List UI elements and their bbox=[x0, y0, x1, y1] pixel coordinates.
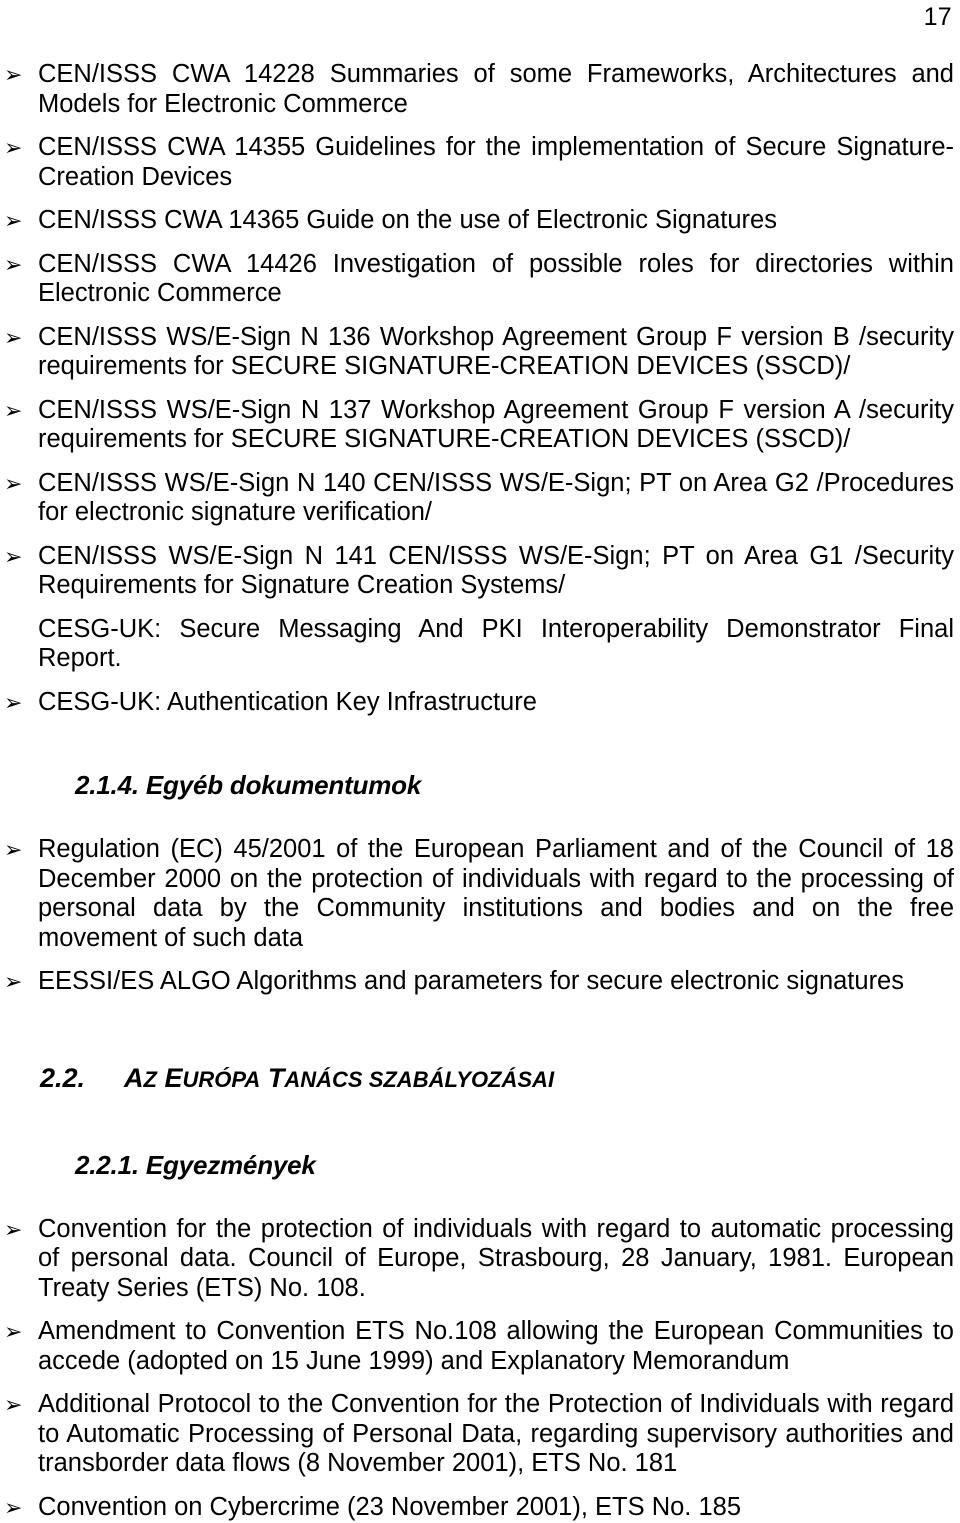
list-item: ➢ CEN/ISSS WS/E-Sign N 136 Workshop Agre… bbox=[0, 323, 958, 382]
heading-2-2-number: 2.2. bbox=[40, 1061, 124, 1095]
list-item: ➢ CEN/ISSS CWA 14426 Investigation of po… bbox=[0, 250, 958, 309]
heading-sc-small: Z bbox=[144, 1067, 157, 1092]
document-page: 17 ➢ CEN/ISSS CWA 14228 Summaries of som… bbox=[0, 0, 960, 1507]
list-item: ➢ CEN/ISSS CWA 14365 Guide on the use of… bbox=[0, 206, 958, 236]
spacer bbox=[0, 717, 958, 769]
heading-sc-small: URÓPA bbox=[182, 1067, 260, 1092]
spacer bbox=[0, 1181, 958, 1215]
heading-sc-space bbox=[260, 1063, 268, 1093]
spacer bbox=[0, 997, 958, 1049]
heading-2-2: 2.2.AZ EURÓPA TANÁCS SZABÁLYOZÁSAI bbox=[0, 1061, 958, 1097]
list-item-text: CEN/ISSS WS/E-Sign N 137 Workshop Agreem… bbox=[38, 396, 954, 454]
list-item: ➢ CEN/ISSS WS/E-Sign N 141 CEN/ISSS WS/E… bbox=[0, 542, 958, 601]
list-item-text: Regulation (EC) 45/2001 of the European … bbox=[38, 835, 954, 952]
spacer bbox=[0, 801, 958, 835]
list-item-text: Additional Protocol to the Convention fo… bbox=[38, 1390, 954, 1477]
spacer bbox=[0, 1049, 958, 1061]
list-item-text: EESSI/ES ALGO Algorithms and parameters … bbox=[38, 967, 904, 995]
list-item: ➢ Regulation (EC) 45/2001 of the Europea… bbox=[0, 835, 958, 953]
heading-sc-small: ANÁCS bbox=[284, 1067, 362, 1092]
spacer bbox=[0, 1097, 958, 1149]
list-item: ➢ CESG-UK: Authentication Key Infrastruc… bbox=[0, 688, 958, 718]
list-item-text: CEN/ISSS CWA 14365 Guide on the use of E… bbox=[38, 206, 777, 234]
list-item: ➢ CEN/ISSS WS/E-Sign N 140 CEN/ISSS WS/E… bbox=[0, 469, 958, 528]
page-number: 17 bbox=[924, 2, 952, 32]
list-item-text: CEN/ISSS CWA 14355 Guidelines for the im… bbox=[38, 133, 954, 191]
bullet-arrow-icon: ➢ bbox=[4, 397, 30, 427]
list-item-text: Convention for the protection of individ… bbox=[38, 1215, 954, 1302]
bullet-arrow-icon: ➢ bbox=[4, 1494, 30, 1523]
bullet-arrow-icon: ➢ bbox=[4, 470, 30, 500]
heading-2-2-1: 2.2.1. Egyezmények bbox=[0, 1149, 958, 1181]
list-item: ➢ CEN/ISSS WS/E-Sign N 137 Workshop Agre… bbox=[0, 396, 958, 455]
bullet-arrow-icon: ➢ bbox=[4, 1318, 30, 1348]
list-item-text: CEN/ISSS CWA 14228 Summaries of some Fra… bbox=[38, 60, 954, 118]
list-item: ➢ Convention on Cybercrime (23 November … bbox=[0, 1493, 958, 1523]
list-item: ➢ Convention for the protection of indiv… bbox=[0, 1215, 958, 1304]
list-item-text: Amendment to Convention ETS No.108 allow… bbox=[38, 1317, 954, 1375]
bullet-arrow-icon: ➢ bbox=[4, 324, 30, 354]
other-documents-list: ➢ Regulation (EC) 45/2001 of the Europea… bbox=[0, 835, 958, 997]
list-item: ➢ EESSI/ES ALGO Algorithms and parameter… bbox=[0, 967, 958, 997]
bullet-arrow-icon: ➢ bbox=[4, 968, 30, 998]
page-content: ➢ CEN/ISSS CWA 14228 Summaries of some F… bbox=[0, 60, 958, 1522]
list-item: ➢ Additional Protocol to the Convention … bbox=[0, 1390, 958, 1479]
list-item-text: CEN/ISSS WS/E-Sign N 141 CEN/ISSS WS/E-S… bbox=[38, 542, 954, 600]
paragraph-cesg-uk-report: CESG-UK: Secure Messaging And PKI Intero… bbox=[0, 615, 958, 674]
heading-sc-big: T bbox=[268, 1063, 285, 1093]
heading-sc-big: A bbox=[124, 1063, 144, 1093]
paragraph-text: CESG-UK: Secure Messaging And PKI Intero… bbox=[38, 615, 954, 673]
bullet-arrow-icon: ➢ bbox=[4, 1391, 30, 1421]
bullet-arrow-icon: ➢ bbox=[4, 543, 30, 573]
bullet-arrow-icon: ➢ bbox=[4, 207, 30, 237]
list-item: ➢ CEN/ISSS CWA 14228 Summaries of some F… bbox=[0, 60, 958, 119]
conventions-list: ➢ Convention for the protection of indiv… bbox=[0, 1215, 958, 1523]
bullet-arrow-icon: ➢ bbox=[4, 251, 30, 281]
list-item: ➢ CEN/ISSS CWA 14355 Guidelines for the … bbox=[0, 133, 958, 192]
heading-2-2-title: AZ EURÓPA TANÁCS SZABÁLYOZÁSAI bbox=[124, 1063, 554, 1093]
standards-list: ➢ CEN/ISSS CWA 14228 Summaries of some F… bbox=[0, 60, 958, 717]
heading-sc-big: E bbox=[164, 1063, 182, 1093]
heading-2-1-4: 2.1.4. Egyéb dokumentumok bbox=[0, 769, 958, 801]
bullet-arrow-icon: ➢ bbox=[4, 1216, 30, 1246]
heading-sc-small: SZABÁLYOZÁSAI bbox=[369, 1067, 554, 1092]
list-item-text: CEN/ISSS CWA 14426 Investigation of poss… bbox=[38, 250, 954, 308]
list-item: ➢ Amendment to Convention ETS No.108 all… bbox=[0, 1317, 958, 1376]
list-item-text: CESG-UK: Authentication Key Infrastructu… bbox=[38, 688, 537, 716]
bullet-arrow-icon: ➢ bbox=[4, 134, 30, 164]
bullet-arrow-icon: ➢ bbox=[4, 836, 30, 866]
bullet-arrow-icon: ➢ bbox=[4, 689, 30, 719]
list-item-text: CEN/ISSS WS/E-Sign N 140 CEN/ISSS WS/E-S… bbox=[38, 469, 954, 527]
list-item-text: CEN/ISSS WS/E-Sign N 136 Workshop Agreem… bbox=[38, 323, 954, 381]
bullet-arrow-icon: ➢ bbox=[4, 61, 30, 91]
